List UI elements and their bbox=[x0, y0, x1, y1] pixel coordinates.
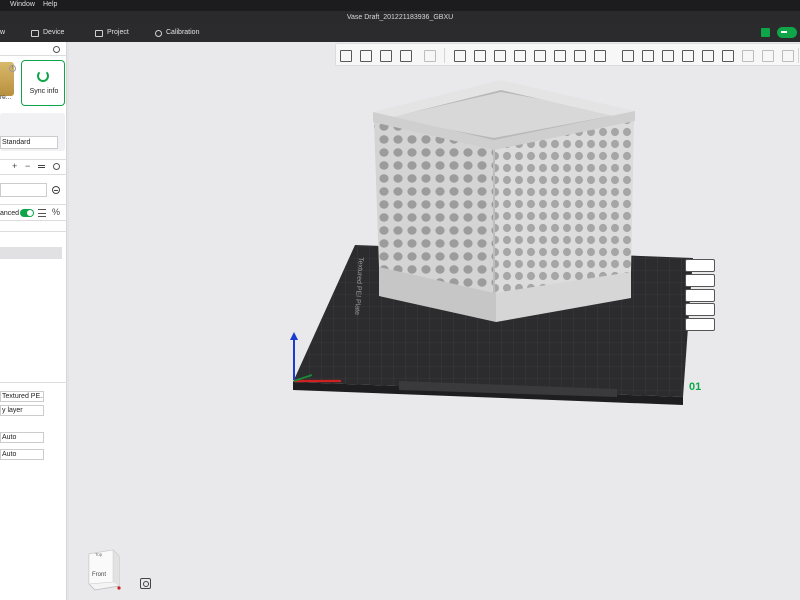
3d-viewport[interactable]: Textured PEI Plate 01 Top Front bbox=[69, 42, 800, 600]
filament-header: + − bbox=[0, 160, 67, 173]
advanced-mode-label: anced bbox=[0, 210, 20, 217]
plate-surface-field[interactable]: Textured PE... bbox=[0, 391, 44, 402]
lay-on-face-icon[interactable] bbox=[514, 50, 526, 62]
printer-name-label: re... bbox=[0, 94, 12, 101]
rotate-icon[interactable] bbox=[474, 50, 486, 62]
zoom-fit-icon[interactable] bbox=[140, 578, 151, 589]
device-icon bbox=[31, 29, 39, 37]
view-top-button[interactable] bbox=[685, 259, 715, 272]
sidebar-divider bbox=[0, 382, 67, 383]
view-plate-button[interactable] bbox=[685, 289, 715, 302]
filament-list-icon[interactable] bbox=[38, 165, 45, 168]
orient-icon[interactable] bbox=[380, 50, 392, 62]
view-eye-button[interactable] bbox=[685, 318, 715, 331]
auto-field-2[interactable]: Auto bbox=[0, 449, 44, 460]
vase-model[interactable] bbox=[373, 80, 635, 322]
ruler-icon[interactable] bbox=[782, 50, 794, 62]
menu-bar: Window Help bbox=[0, 0, 800, 11]
filament-settings-gear-icon[interactable] bbox=[53, 163, 60, 170]
sidebar-divider bbox=[0, 220, 67, 221]
variable-layer-icon[interactable] bbox=[702, 50, 714, 62]
printer-settings-gear-icon[interactable] bbox=[53, 46, 60, 53]
slice-plate-icon[interactable] bbox=[761, 28, 770, 37]
text-tool-icon[interactable] bbox=[622, 50, 634, 62]
arrange-grid-icon[interactable] bbox=[360, 50, 372, 62]
auto-field-1[interactable]: Auto bbox=[0, 432, 44, 443]
sync-icon bbox=[37, 70, 49, 82]
project-icon bbox=[95, 29, 103, 37]
assembly-icon[interactable] bbox=[682, 50, 694, 62]
print-plate-button[interactable] bbox=[777, 27, 797, 38]
scale-icon[interactable] bbox=[494, 50, 506, 62]
collapse-icon[interactable] bbox=[52, 186, 60, 194]
paste-icon[interactable] bbox=[762, 50, 774, 62]
percent-icon[interactable]: % bbox=[52, 207, 60, 217]
svg-tool-icon[interactable] bbox=[642, 50, 654, 62]
menu-item-window[interactable]: Window bbox=[10, 1, 35, 8]
mesh-boolean-icon[interactable] bbox=[554, 50, 566, 62]
left-sidebar: re... i Sync info Standard + − anced % T… bbox=[0, 42, 69, 600]
seam-paint-icon[interactable] bbox=[594, 50, 606, 62]
tab-prepare-label: w bbox=[0, 29, 6, 36]
navcube-front-label: Front bbox=[92, 572, 107, 578]
split-icon[interactable] bbox=[424, 50, 436, 62]
navigation-cube[interactable] bbox=[87, 548, 121, 592]
view-side-button[interactable] bbox=[685, 274, 715, 287]
sidebar-divider bbox=[0, 55, 67, 56]
plate-type-select[interactable]: Standard bbox=[0, 136, 58, 149]
advanced-mode-toggle[interactable] bbox=[20, 209, 34, 217]
print-sequence-field[interactable]: y layer bbox=[0, 405, 44, 416]
navcube-top-label: Top bbox=[95, 552, 103, 557]
add-object-icon[interactable] bbox=[340, 50, 352, 62]
tab-project-label: Project bbox=[107, 29, 129, 36]
info-icon[interactable]: i bbox=[9, 65, 16, 72]
toolbar-separator bbox=[444, 48, 445, 63]
selected-object-row[interactable] bbox=[0, 247, 62, 259]
support-paint-icon[interactable] bbox=[574, 50, 586, 62]
measure-icon[interactable] bbox=[662, 50, 674, 62]
tab-prepare[interactable]: w bbox=[0, 28, 5, 38]
list-view-icon[interactable] bbox=[38, 209, 46, 217]
add-filament-button[interactable]: + bbox=[12, 162, 17, 171]
view-lock-button[interactable] bbox=[685, 303, 715, 316]
tab-device[interactable]: Device bbox=[31, 28, 64, 38]
emboss-icon[interactable] bbox=[722, 50, 734, 62]
move-icon[interactable] bbox=[454, 50, 466, 62]
viewport-toolbar bbox=[335, 43, 800, 66]
remove-filament-button[interactable]: − bbox=[25, 162, 30, 171]
copy-icon[interactable] bbox=[742, 50, 754, 62]
toolbar-separator bbox=[798, 48, 799, 63]
tab-calibration-label: Calibration bbox=[166, 29, 200, 36]
sync-info-button[interactable]: Sync info bbox=[21, 60, 65, 106]
calibration-icon bbox=[155, 29, 162, 37]
sidebar-divider bbox=[0, 231, 67, 232]
sidebar-divider bbox=[0, 174, 67, 175]
tab-project[interactable]: Project bbox=[95, 28, 129, 38]
tab-device-label: Device bbox=[43, 29, 65, 36]
menu-item-help[interactable]: Help bbox=[43, 1, 57, 8]
top-navigation: w Device Project Calibration bbox=[0, 24, 800, 42]
sidebar-divider bbox=[0, 204, 67, 205]
cut-icon[interactable] bbox=[534, 50, 546, 62]
plate-layout-icon[interactable] bbox=[400, 50, 412, 62]
tab-calibration[interactable]: Calibration bbox=[155, 28, 199, 38]
sync-info-label: Sync info bbox=[29, 88, 59, 95]
settings-search-input[interactable] bbox=[0, 183, 47, 197]
plate-number: 01 bbox=[689, 381, 701, 393]
window-title: Vase Draft_201221183936_GBXU bbox=[0, 11, 800, 24]
